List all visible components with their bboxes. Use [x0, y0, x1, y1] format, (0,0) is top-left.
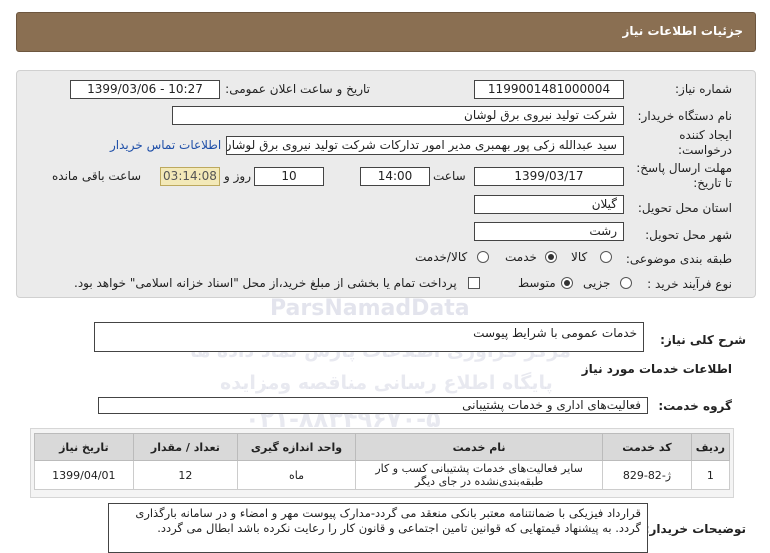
category-option-goods: کالا: [571, 250, 588, 264]
process-radio-small[interactable]: [620, 277, 632, 289]
buyer-contact-link[interactable]: اطلاعات تماس خریدار: [110, 138, 221, 152]
province-field: گیلان: [474, 195, 624, 214]
announce-label: تاریخ و ساعت اعلان عمومی:: [225, 82, 370, 96]
category-radio-goods[interactable]: [600, 251, 612, 263]
summary-label: شرح کلی نیاز:: [660, 333, 746, 347]
time-label: ساعت: [433, 169, 466, 183]
cell-name-line1: سایر فعالیت‌های خدمات پشتیبانی کسب و کار: [375, 462, 583, 475]
buyer-field: شرکت تولید نیروی برق لوشان: [172, 106, 624, 125]
treasury-payment-note: پرداخت تمام یا بخشی از مبلغ خرید،از محل …: [74, 276, 457, 290]
table-header-row: ردیف کد خدمت نام خدمت واحد اندازه گیری ت…: [34, 433, 731, 461]
days-label: روز و: [224, 169, 251, 183]
creator-label-line2: درخواست:: [678, 143, 732, 157]
category-radio-service[interactable]: [545, 251, 557, 263]
col-name-header: نام خدمت: [355, 433, 604, 461]
process-label: نوع فرآیند خرید :: [647, 277, 732, 291]
process-option-medium: متوسط: [518, 276, 556, 290]
watermark-line2: پایگاه اطلاع رسانی مناقصه ومزایده: [220, 372, 553, 394]
cell-date: 1399/04/01: [34, 460, 134, 490]
page-title: جزئیات اطلاعات نیاز: [622, 24, 743, 38]
cell-code: ژ-82-829: [602, 460, 692, 490]
deadline-label-line2: تا تاریخ:: [693, 176, 732, 190]
items-table: ردیف کد خدمت نام خدمت واحد اندازه گیری ت…: [34, 433, 731, 490]
cell-row: 1: [690, 460, 731, 490]
creator-label-line1: ایجاد کننده: [679, 128, 732, 142]
category-option-service: خدمت: [505, 250, 537, 264]
process-radio-medium[interactable]: [561, 277, 573, 289]
table-row: 1 ژ-82-829 سایر فعالیت‌های خدمات پشتیبان…: [34, 460, 731, 490]
deadline-time-field: 14:00: [360, 167, 430, 186]
col-unit-header: واحد اندازه گیری: [236, 433, 357, 461]
col-qty-header: تعداد / مقدار: [132, 433, 238, 461]
services-section-title: اطلاعات خدمات مورد نیاز: [581, 362, 732, 376]
col-code-header: کد خدمت: [602, 433, 692, 461]
cell-name: سایر فعالیت‌های خدمات پشتیبانی کسب و کار…: [355, 460, 604, 490]
summary-field: خدمات عمومی با شرایط پیوست: [94, 322, 644, 352]
cell-qty: 12: [132, 460, 238, 490]
remaining-timer: 03:14:08: [160, 167, 220, 186]
category-option-goods-service: کالا/خدمت: [415, 250, 468, 264]
watermark-brand: ParsNamadData: [270, 296, 470, 321]
city-label: شهر محل تحویل:: [645, 228, 732, 242]
creator-field: سید عبدالله زکی پور بهمبری مدیر امور تدا…: [226, 136, 624, 155]
buyer-label: نام دستگاه خریدار:: [637, 109, 733, 123]
deadline-label-line1: مهلت ارسال پاسخ:: [636, 161, 732, 175]
page-header: جزئیات اطلاعات نیاز: [16, 12, 756, 52]
col-date-header: تاریخ نیاز: [34, 433, 134, 461]
service-group-field: فعالیت‌های اداری و خدمات پشتیبانی: [98, 397, 648, 414]
deadline-date-field: 1399/03/17: [474, 167, 624, 186]
need-number-label: شماره نیاز:: [675, 82, 732, 96]
city-field: رشت: [474, 222, 624, 241]
service-group-label: گروه خدمت:: [658, 399, 732, 413]
treasury-payment-checkbox[interactable]: [468, 277, 480, 289]
announce-field: 1399/03/06 - 10:27: [70, 80, 220, 99]
category-radio-goods-service[interactable]: [477, 251, 489, 263]
remaining-label: ساعت باقی مانده: [52, 169, 142, 183]
province-label: استان محل تحویل:: [637, 201, 732, 215]
cell-name-line2: طبقه‌بندی‌نشده در جای دیگر: [414, 475, 544, 488]
need-number-field: 1199001481000004: [474, 80, 624, 99]
cell-unit: ماه: [236, 460, 357, 490]
category-label: طبقه بندی موضوعی:: [625, 252, 732, 266]
notes-label: توضیحات خریدار:: [644, 522, 746, 536]
col-row-header: ردیف: [690, 433, 731, 461]
days-field: 10: [254, 167, 324, 186]
notes-field: قرارداد فیزیکی با ضمانتنامه معتبر بانکی …: [108, 503, 648, 553]
process-option-small: جزیی: [583, 276, 611, 290]
